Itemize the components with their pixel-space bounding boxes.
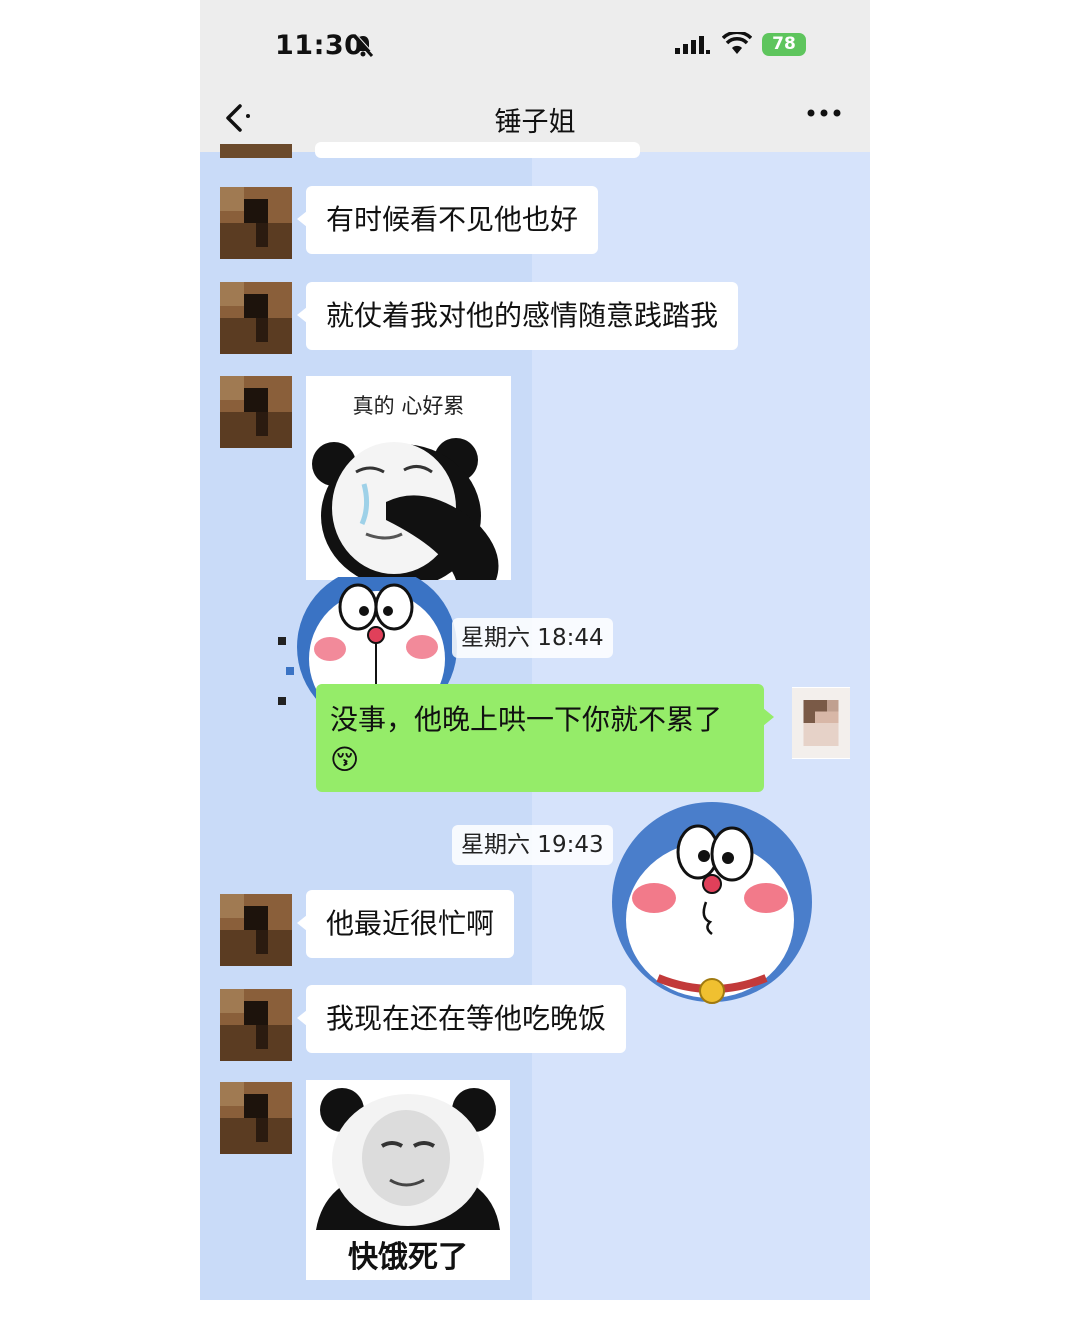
bottom-margin <box>0 1300 1080 1325</box>
battery-indicator: 78 <box>762 33 806 56</box>
mute-bell-icon <box>352 34 374 58</box>
avatar[interactable] <box>220 376 292 448</box>
timestamp: 星期六 19:43 <box>452 825 613 865</box>
phone-screen: 11:30 78 锤子姐 有时候看不见他也好 就仗着我对他的感情随意践踏我 真的… <box>200 0 870 1300</box>
timestamp: 星期六 18:44 <box>452 618 613 658</box>
panda-sticker[interactable]: 真的 心好累 <box>306 376 511 580</box>
message-bubble[interactable]: 有时候看不见他也好 <box>296 186 599 254</box>
avatar[interactable] <box>220 187 292 259</box>
more-options-icon[interactable] <box>806 108 842 118</box>
wifi-icon <box>722 32 752 54</box>
sticker-caption: 快饿死了 <box>348 1240 468 1275</box>
panda-crying-image <box>312 438 499 580</box>
partial-bubble <box>315 142 640 158</box>
avatar[interactable] <box>220 144 292 158</box>
message-bubble[interactable]: 我现在还在等他吃晚饭 <box>296 985 627 1053</box>
avatar[interactable] <box>220 989 292 1061</box>
message-text: 没事，他晚上哄一下你就不累了 <box>330 703 723 736</box>
status-time: 11:30 <box>275 30 364 61</box>
chat-title: 锤子姐 <box>494 107 576 138</box>
kissing-face-emoji: 😚 <box>330 743 360 776</box>
doraemon-sticker-large <box>612 802 812 1004</box>
status-bar: 11:30 78 <box>200 0 870 90</box>
message-bubble[interactable]: 他最近很忙啊 <box>296 890 515 958</box>
avatar[interactable] <box>220 1082 292 1154</box>
avatar[interactable] <box>220 282 292 354</box>
chat-area: 有时候看不见他也好 就仗着我对他的感情随意践踏我 真的 心好累 星期六 18:4… <box>200 142 870 1300</box>
message-bubble[interactable]: 就仗着我对他的感情随意践踏我 <box>296 282 739 350</box>
outgoing-message-bubble[interactable]: 没事，他晚上哄一下你就不累了 😚 <box>316 684 774 792</box>
self-avatar[interactable] <box>792 687 850 759</box>
panda-sticker[interactable]: 快饿死了 <box>306 1080 510 1280</box>
cellular-signal-icon <box>675 36 710 54</box>
avatar[interactable] <box>220 894 292 966</box>
